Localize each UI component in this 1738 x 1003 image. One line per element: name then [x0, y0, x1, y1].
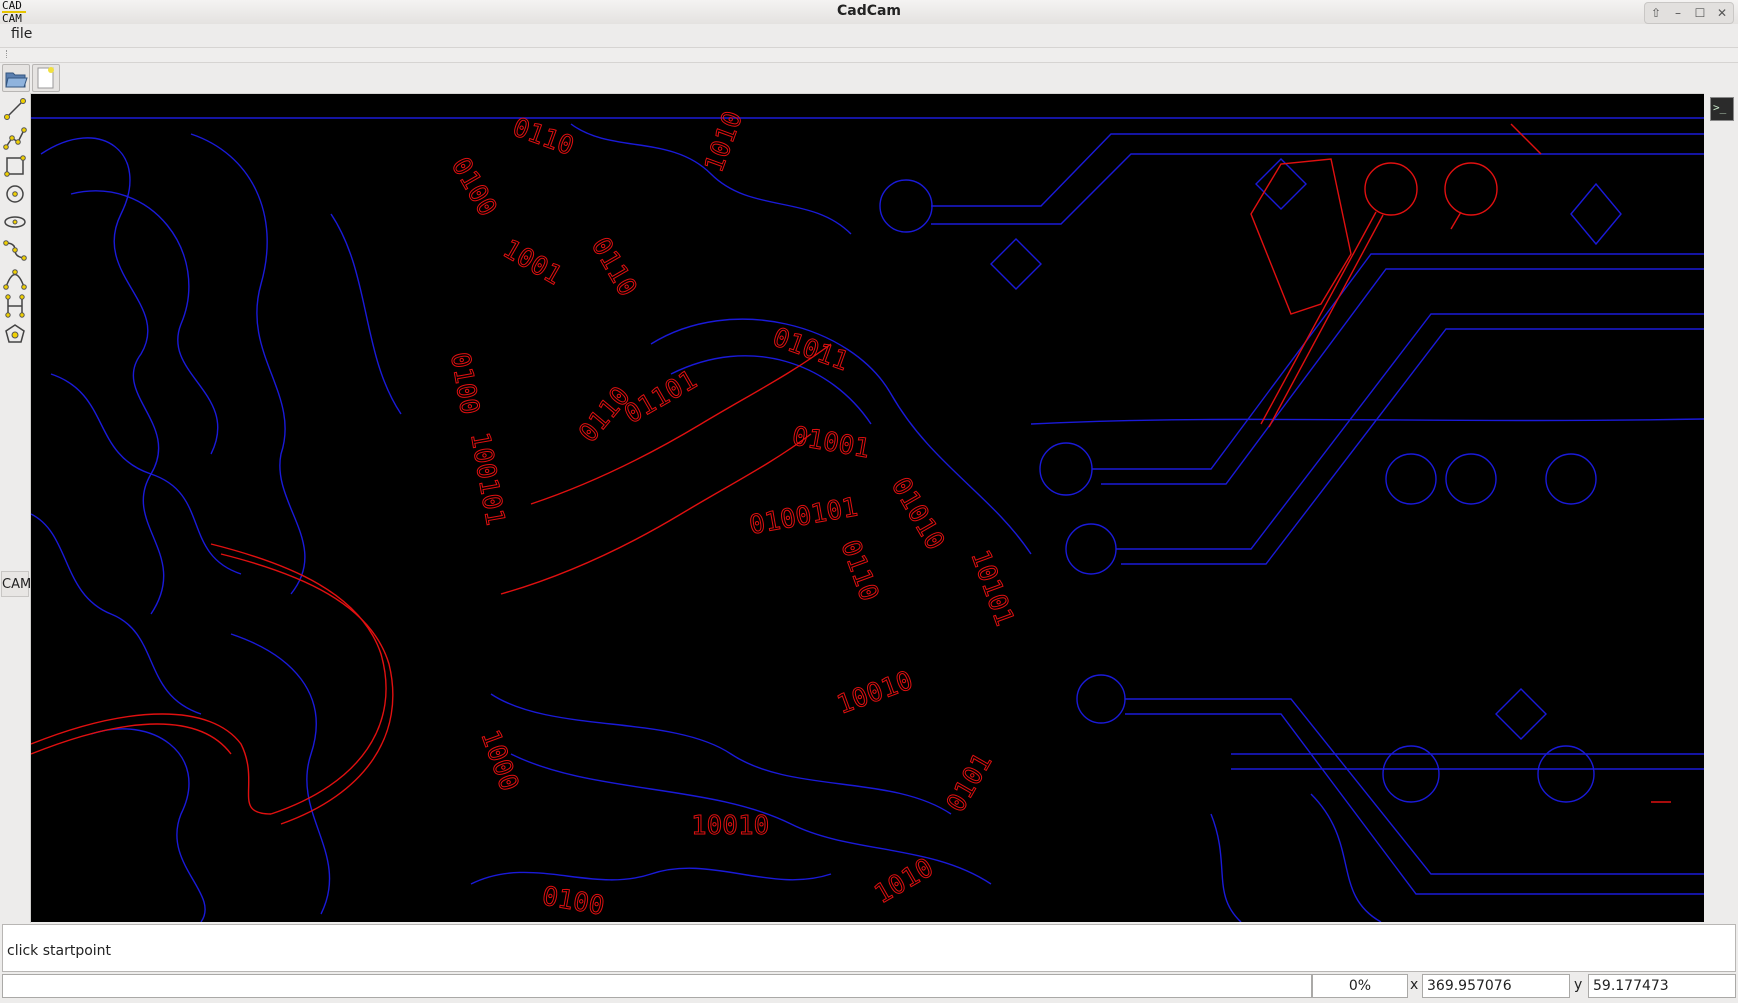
line-tool[interactable] [1, 95, 29, 123]
measure-tool[interactable] [1, 292, 29, 320]
main-toolbar [0, 63, 1738, 94]
status-message: click startpoint [7, 943, 112, 959]
svg-text:10010: 10010 [691, 811, 769, 841]
binary-digit-outlines: 0100 0110 1010 0110 1001 01011 0100 0110… [444, 107, 1020, 922]
blue-contours [30, 117, 1705, 923]
drawing-canvas[interactable]: 0100 0110 1010 0110 1001 01011 0100 0110… [30, 94, 1705, 923]
y-label: y [1574, 977, 1583, 993]
svg-text:0100101: 0100101 [747, 492, 860, 541]
open-file-button[interactable] [2, 64, 30, 92]
red-contours [30, 123, 1671, 825]
svg-text:100101: 100101 [464, 430, 510, 528]
svg-text:10101: 10101 [964, 546, 1019, 630]
toolbar-separator [0, 47, 1738, 63]
arc-tool[interactable] [1, 264, 29, 292]
svg-text:01010: 01010 [885, 473, 950, 556]
circle-tool-icon [6, 185, 24, 203]
menu-file[interactable]: file [11, 26, 32, 42]
maximize-icon[interactable]: ☐ [1689, 3, 1711, 23]
svg-text:0110: 0110 [509, 112, 578, 162]
circle-tool[interactable] [1, 180, 29, 208]
rectangle-tool[interactable] [1, 152, 29, 180]
window-controls: ⇧ – ☐ ✕ [1644, 2, 1734, 24]
line-tool-icon [4, 98, 26, 120]
svg-text:0100: 0100 [540, 881, 607, 921]
svg-text:01001: 01001 [790, 421, 872, 464]
menu-bar: file [0, 24, 1738, 46]
right-toolbar: >_ [1704, 93, 1738, 923]
keep-above-icon[interactable]: ⇧ [1645, 3, 1667, 23]
x-label: x [1410, 977, 1419, 993]
progress-field: 0% [1312, 974, 1408, 998]
rectangle-tool-icon [4, 155, 26, 177]
polygon-tool-icon [5, 324, 25, 343]
toolbar-grip[interactable] [6, 50, 9, 58]
new-document-icon [37, 67, 54, 89]
close-icon[interactable]: ✕ [1711, 3, 1733, 23]
ellipse-tool[interactable] [1, 208, 29, 236]
svg-text:0110: 0110 [834, 536, 884, 605]
new-file-button[interactable] [32, 64, 60, 92]
contour-drawing: 0100 0110 1010 0110 1001 01011 0100 0110… [30, 107, 1705, 923]
minimize-icon[interactable]: – [1667, 3, 1689, 23]
spline-tool[interactable] [1, 236, 29, 264]
terminal-icon[interactable]: >_ [1710, 97, 1734, 121]
measure-tool-icon [5, 294, 25, 318]
message-box: click startpoint [2, 924, 1736, 972]
svg-text:10010: 10010 [833, 666, 917, 721]
polyline-tool-icon [3, 127, 27, 150]
svg-text:0110: 0110 [585, 233, 642, 302]
arc-tool-icon [3, 269, 27, 290]
svg-text:0100: 0100 [444, 350, 484, 417]
folder-open-icon [5, 72, 28, 88]
svg-text:1001: 1001 [498, 234, 567, 291]
polyline-tool[interactable] [1, 124, 29, 152]
polygon-tool[interactable] [1, 320, 29, 348]
svg-text:0100: 0100 [445, 153, 502, 222]
status-text-field [2, 974, 1312, 998]
svg-text:1000: 1000 [474, 726, 524, 795]
title-bar: CAD CAM CadCam ⇧ – ☐ ✕ [0, 0, 1738, 24]
drawing-tools-bar: CAM [0, 93, 31, 923]
svg-text:1010: 1010 [870, 853, 939, 910]
status-bar: 0% x 369.957076 y 59.177473 [0, 973, 1738, 1003]
ellipse-tool-icon [4, 216, 26, 228]
window-title: CadCam [836, 3, 902, 19]
spline-tool-icon [3, 240, 27, 261]
cam-button[interactable]: CAM [1, 571, 31, 597]
y-coordinate-field[interactable]: 59.177473 [1588, 974, 1736, 998]
svg-text:0101: 0101 [941, 748, 998, 817]
x-coordinate-field[interactable]: 369.957076 [1422, 974, 1570, 998]
